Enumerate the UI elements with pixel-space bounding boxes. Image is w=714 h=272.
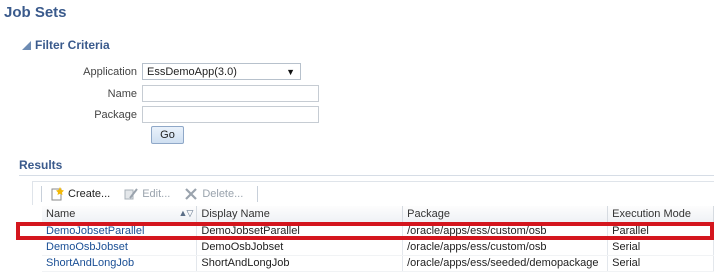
results-table: Name ▲▽ Display Name Package Execution M… [42,206,714,272]
toolbar-separator [257,185,259,202]
job-set-name-link[interactable]: DemoOsbJobset [42,239,198,256]
package-row: Package [0,106,319,123]
display-name-cell: DemoJobsetParallel [196,223,404,240]
application-row: Application EssDemoApp(3.0) ▼ [0,63,301,80]
edit-icon [124,187,138,201]
create-label: Create... [68,187,111,200]
results-title: Results [19,158,63,172]
table-row[interactable]: DemoOsbJobset DemoOsbJobset /oracle/apps… [42,239,714,256]
application-select-value: EssDemoApp(3.0) [147,65,237,78]
delete-button[interactable]: Delete... [184,187,243,201]
application-select[interactable]: EssDemoApp(3.0) ▼ [142,63,301,80]
filter-criteria-header[interactable]: Filter Criteria [22,38,110,52]
execution-mode-cell: Parallel [607,223,714,240]
edit-button[interactable]: Edit... [124,187,170,201]
name-row: Name [0,85,319,102]
results-toolbar: Create... Edit... Delete... [32,181,714,205]
toolbar-separator [41,185,42,202]
display-name-cell: DemoOsbJobset [196,239,404,256]
edit-label: Edit... [142,187,171,200]
table-row[interactable]: DemoJobsetParallel DemoJobsetParallel /o… [42,223,714,240]
sort-icon[interactable]: ▲▽ [179,208,194,219]
table-row[interactable]: ShortAndLongJob ShortAndLongJob /oracle/… [42,255,714,272]
go-button[interactable]: Go [151,126,184,144]
results-divider [19,175,714,176]
name-label: Name [107,87,137,100]
create-button[interactable]: Create... [50,186,111,201]
column-header-execution-mode[interactable]: Execution Mode [607,206,714,224]
job-set-name-link[interactable]: ShortAndLongJob [42,255,198,272]
delete-icon [184,187,198,201]
collapse-triangle-icon[interactable] [22,40,31,50]
execution-mode-cell: Serial [607,239,714,256]
column-header-name-label: Name [46,208,76,221]
job-set-name-link[interactable]: DemoJobsetParallel [42,223,198,240]
package-label: Package [94,108,137,121]
package-cell: /oracle/apps/ess/custom/osb [402,239,609,256]
package-cell: /oracle/apps/ess/custom/osb [402,223,609,240]
filter-criteria-label: Filter Criteria [35,38,110,52]
execution-mode-cell: Serial [607,255,714,272]
delete-label: Delete... [202,187,244,200]
display-name-cell: ShortAndLongJob [196,255,404,272]
column-header-display-name[interactable]: Display Name [196,206,404,224]
table-header-row: Name ▲▽ Display Name Package Execution M… [42,206,714,224]
column-header-package[interactable]: Package [402,206,609,224]
create-icon [50,186,64,201]
application-label: Application [83,65,137,78]
name-input[interactable] [142,85,319,102]
column-header-name[interactable]: Name ▲▽ [42,206,198,224]
page-title: Job Sets [4,4,67,21]
dropdown-arrow-icon[interactable]: ▼ [286,67,295,77]
package-input[interactable] [142,106,319,123]
package-cell: /oracle/apps/ess/seeded/demopackage [402,255,609,272]
